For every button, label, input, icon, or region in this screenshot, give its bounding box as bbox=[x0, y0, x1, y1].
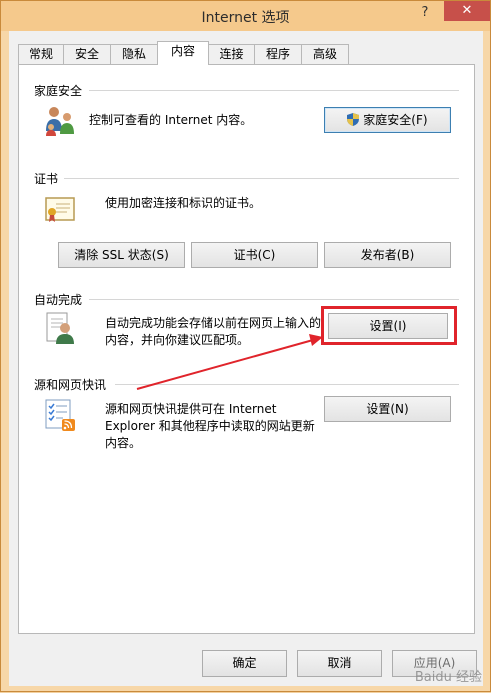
annotation-arrow bbox=[136, 334, 323, 390]
tab-content[interactable]: 内容 bbox=[157, 41, 209, 65]
internet-options-window: Internet 选项 ? ✕ 常规 安全 隐私 内容 连接 程序 高级 家庭安… bbox=[0, 0, 491, 692]
baidu-jingyan-watermark: Baidu 经验 bbox=[414, 670, 482, 685]
